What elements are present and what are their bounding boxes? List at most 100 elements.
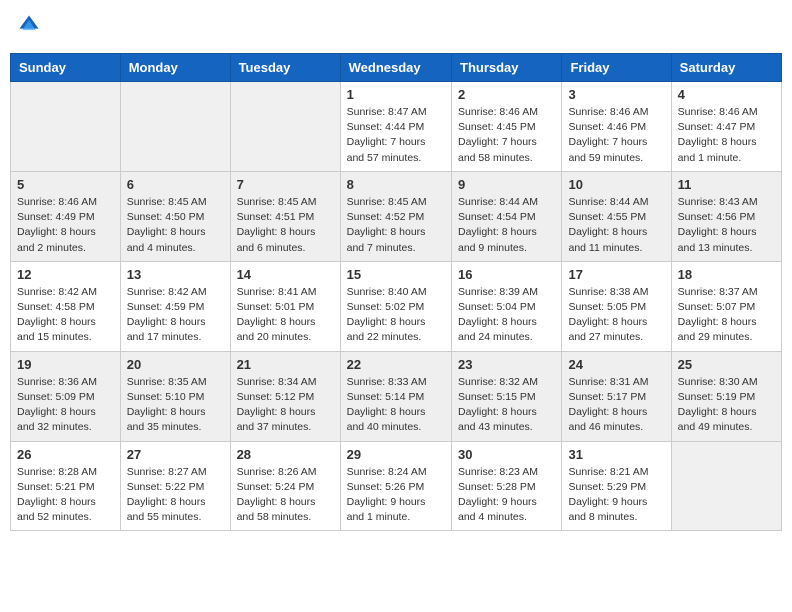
day-info: Sunrise: 8:27 AM Sunset: 5:22 PM Dayligh… <box>127 465 224 526</box>
day-info: Sunrise: 8:47 AM Sunset: 4:44 PM Dayligh… <box>347 105 445 166</box>
day-number: 18 <box>678 267 775 282</box>
calendar-cell: 16 Sunrise: 8:39 AM Sunset: 5:04 PM Dayli… <box>452 261 562 351</box>
day-number: 10 <box>568 177 664 192</box>
calendar-cell: 4 Sunrise: 8:46 AM Sunset: 4:47 PM Daylig… <box>671 82 781 172</box>
calendar-cell: 10 Sunrise: 8:44 AM Sunset: 4:55 PM Dayli… <box>562 171 671 261</box>
calendar-cell: 20 Sunrise: 8:35 AM Sunset: 5:10 PM Dayli… <box>120 351 230 441</box>
page-header <box>10 10 782 45</box>
calendar-cell: 7 Sunrise: 8:45 AM Sunset: 4:51 PM Daylig… <box>230 171 340 261</box>
day-info: Sunrise: 8:42 AM Sunset: 4:58 PM Dayligh… <box>17 285 114 346</box>
day-number: 9 <box>458 177 555 192</box>
calendar-cell: 15 Sunrise: 8:40 AM Sunset: 5:02 PM Dayli… <box>340 261 451 351</box>
day-number: 23 <box>458 357 555 372</box>
calendar-cell: 28 Sunrise: 8:26 AM Sunset: 5:24 PM Dayli… <box>230 441 340 531</box>
calendar-cell: 31 Sunrise: 8:21 AM Sunset: 5:29 PM Dayli… <box>562 441 671 531</box>
day-number: 29 <box>347 447 445 462</box>
calendar-cell: 3 Sunrise: 8:46 AM Sunset: 4:46 PM Daylig… <box>562 82 671 172</box>
day-info: Sunrise: 8:46 AM Sunset: 4:49 PM Dayligh… <box>17 195 114 256</box>
day-info: Sunrise: 8:34 AM Sunset: 5:12 PM Dayligh… <box>237 375 334 436</box>
day-number: 5 <box>17 177 114 192</box>
calendar-week-5: 26 Sunrise: 8:28 AM Sunset: 5:21 PM Dayli… <box>11 441 782 531</box>
day-number: 25 <box>678 357 775 372</box>
day-info: Sunrise: 8:44 AM Sunset: 4:55 PM Dayligh… <box>568 195 664 256</box>
day-info: Sunrise: 8:35 AM Sunset: 5:10 PM Dayligh… <box>127 375 224 436</box>
calendar-cell: 13 Sunrise: 8:42 AM Sunset: 4:59 PM Dayli… <box>120 261 230 351</box>
day-number: 7 <box>237 177 334 192</box>
day-info: Sunrise: 8:39 AM Sunset: 5:04 PM Dayligh… <box>458 285 555 346</box>
day-number: 24 <box>568 357 664 372</box>
logo-icon <box>18 14 40 36</box>
day-info: Sunrise: 8:46 AM Sunset: 4:46 PM Dayligh… <box>568 105 664 166</box>
calendar-cell: 24 Sunrise: 8:31 AM Sunset: 5:17 PM Dayli… <box>562 351 671 441</box>
calendar-cell <box>120 82 230 172</box>
day-info: Sunrise: 8:21 AM Sunset: 5:29 PM Dayligh… <box>568 465 664 526</box>
day-number: 4 <box>678 87 775 102</box>
calendar-cell: 21 Sunrise: 8:34 AM Sunset: 5:12 PM Dayli… <box>230 351 340 441</box>
calendar-cell: 29 Sunrise: 8:24 AM Sunset: 5:26 PM Dayli… <box>340 441 451 531</box>
calendar-cell <box>671 441 781 531</box>
weekday-header-tuesday: Tuesday <box>230 54 340 82</box>
calendar-cell: 22Sunrise: 8:33 AM Sunset: 5:14 PM Dayli… <box>340 351 451 441</box>
day-info: Sunrise: 8:24 AM Sunset: 5:26 PM Dayligh… <box>347 465 445 526</box>
calendar-week-4: 19Sunrise: 8:36 AM Sunset: 5:09 PM Dayli… <box>11 351 782 441</box>
day-info: Sunrise: 8:37 AM Sunset: 5:07 PM Dayligh… <box>678 285 775 346</box>
weekday-header-sunday: Sunday <box>11 54 121 82</box>
calendar-cell: 11Sunrise: 8:43 AM Sunset: 4:56 PM Dayli… <box>671 171 781 261</box>
calendar-cell: 17Sunrise: 8:38 AM Sunset: 5:05 PM Dayli… <box>562 261 671 351</box>
calendar-cell <box>230 82 340 172</box>
day-number: 1 <box>347 87 445 102</box>
day-info: Sunrise: 8:46 AM Sunset: 4:45 PM Dayligh… <box>458 105 555 166</box>
day-info: Sunrise: 8:31 AM Sunset: 5:17 PM Dayligh… <box>568 375 664 436</box>
day-number: 2 <box>458 87 555 102</box>
day-info: Sunrise: 8:42 AM Sunset: 4:59 PM Dayligh… <box>127 285 224 346</box>
day-number: 26 <box>17 447 114 462</box>
day-info: Sunrise: 8:40 AM Sunset: 5:02 PM Dayligh… <box>347 285 445 346</box>
calendar-cell: 6 Sunrise: 8:45 AM Sunset: 4:50 PM Daylig… <box>120 171 230 261</box>
calendar-cell: 5 Sunrise: 8:46 AM Sunset: 4:49 PM Daylig… <box>11 171 121 261</box>
day-number: 8 <box>347 177 445 192</box>
logo <box>16 14 40 41</box>
weekday-header-monday: Monday <box>120 54 230 82</box>
calendar-cell: 8 Sunrise: 8:45 AM Sunset: 4:52 PM Daylig… <box>340 171 451 261</box>
weekday-header-thursday: Thursday <box>452 54 562 82</box>
day-info: Sunrise: 8:28 AM Sunset: 5:21 PM Dayligh… <box>17 465 114 526</box>
day-number: 19 <box>17 357 114 372</box>
day-info: Sunrise: 8:43 AM Sunset: 4:56 PM Dayligh… <box>678 195 775 256</box>
day-info: Sunrise: 8:45 AM Sunset: 4:50 PM Dayligh… <box>127 195 224 256</box>
day-info: Sunrise: 8:46 AM Sunset: 4:47 PM Dayligh… <box>678 105 775 166</box>
day-number: 27 <box>127 447 224 462</box>
day-number: 14 <box>237 267 334 282</box>
day-number: 13 <box>127 267 224 282</box>
day-info: Sunrise: 8:38 AM Sunset: 5:05 PM Dayligh… <box>568 285 664 346</box>
weekday-header-friday: Friday <box>562 54 671 82</box>
day-number: 31 <box>568 447 664 462</box>
day-info: Sunrise: 8:26 AM Sunset: 5:24 PM Dayligh… <box>237 465 334 526</box>
calendar-cell: 14 Sunrise: 8:41 AM Sunset: 5:01 PM Dayli… <box>230 261 340 351</box>
weekday-header-saturday: Saturday <box>671 54 781 82</box>
calendar-week-1: 1 Sunrise: 8:47 AM Sunset: 4:44 PM Daylig… <box>11 82 782 172</box>
day-info: Sunrise: 8:41 AM Sunset: 5:01 PM Dayligh… <box>237 285 334 346</box>
day-number: 16 <box>458 267 555 282</box>
calendar-cell <box>11 82 121 172</box>
day-info: Sunrise: 8:45 AM Sunset: 4:51 PM Dayligh… <box>237 195 334 256</box>
day-number: 6 <box>127 177 224 192</box>
calendar-cell: 25 Sunrise: 8:30 AM Sunset: 5:19 PM Dayli… <box>671 351 781 441</box>
day-info: Sunrise: 8:33 AM Sunset: 5:14 PM Dayligh… <box>347 375 445 436</box>
day-info: Sunrise: 8:30 AM Sunset: 5:19 PM Dayligh… <box>678 375 775 436</box>
calendar-cell: 19Sunrise: 8:36 AM Sunset: 5:09 PM Dayli… <box>11 351 121 441</box>
day-number: 20 <box>127 357 224 372</box>
day-number: 28 <box>237 447 334 462</box>
day-info: Sunrise: 8:45 AM Sunset: 4:52 PM Dayligh… <box>347 195 445 256</box>
calendar-cell: 12 Sunrise: 8:42 AM Sunset: 4:58 PM Dayli… <box>11 261 121 351</box>
day-number: 15 <box>347 267 445 282</box>
calendar-cell: 26 Sunrise: 8:28 AM Sunset: 5:21 PM Dayli… <box>11 441 121 531</box>
day-number: 30 <box>458 447 555 462</box>
calendar-cell: 30Sunrise: 8:23 AM Sunset: 5:28 PM Dayli… <box>452 441 562 531</box>
calendar-week-2: 5 Sunrise: 8:46 AM Sunset: 4:49 PM Daylig… <box>11 171 782 261</box>
day-number: 3 <box>568 87 664 102</box>
weekday-header-row: SundayMondayTuesdayWednesdayThursdayFrid… <box>11 54 782 82</box>
calendar-table: SundayMondayTuesdayWednesdayThursdayFrid… <box>10 53 782 531</box>
day-number: 21 <box>237 357 334 372</box>
day-number: 12 <box>17 267 114 282</box>
calendar-cell: 27 Sunrise: 8:27 AM Sunset: 5:22 PM Dayli… <box>120 441 230 531</box>
